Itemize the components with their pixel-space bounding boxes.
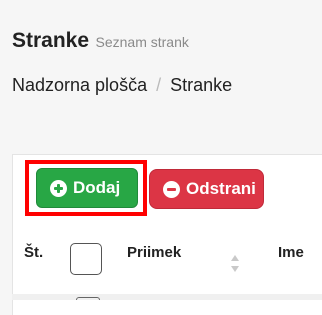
remove-button[interactable]: Odstrani [149,169,264,209]
add-button-highlight [25,160,147,216]
column-header-surname[interactable]: Priimek [127,244,181,261]
page-title: Stranke [12,29,90,52]
select-all-checkbox[interactable] [70,243,102,275]
table-row [12,294,322,300]
breadcrumb-separator: / [156,75,162,95]
breadcrumb-item-current: Stranke [170,75,233,95]
breadcrumb: Nadzorna plošča / Stranke [12,75,232,96]
minus-circle-icon [163,180,180,198]
sort-updown-icon[interactable] [230,253,240,275]
column-header-name[interactable]: Ime [278,244,304,261]
remove-button-label: Odstrani [186,179,256,198]
title-row: Stranke Seznam strank [12,29,189,53]
page-header: Stranke Seznam strank Nadzorna plošča / St… [0,0,322,130]
column-header-number: Št. [24,244,44,261]
breadcrumb-item-dashboard[interactable]: Nadzorna plošča [12,75,147,95]
page-subtitle: Seznam strank [95,34,189,50]
